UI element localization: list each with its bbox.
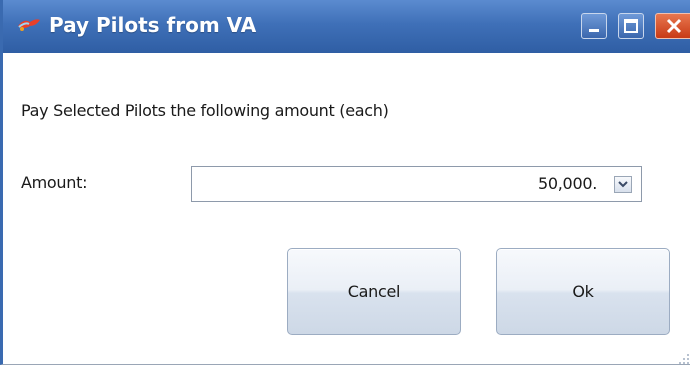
close-button[interactable] (655, 13, 690, 39)
amount-value[interactable]: 50,000. (538, 174, 597, 193)
title-bar[interactable]: Pay Pilots from VA (3, 0, 690, 53)
resize-grip-icon[interactable] (678, 350, 690, 364)
minimize-button[interactable] (581, 13, 607, 39)
window-title: Pay Pilots from VA (49, 13, 257, 37)
prompt-text: Pay Selected Pilots the following amount… (21, 101, 389, 120)
maximize-button[interactable] (618, 13, 644, 39)
amount-dropdown-button[interactable] (614, 176, 632, 193)
close-icon (666, 18, 682, 34)
dialog-window: Pay Pilots from VA Pay Selected Pilots t… (0, 0, 690, 365)
ok-button[interactable]: Ok (496, 248, 670, 335)
amount-input[interactable]: 50,000. (191, 166, 642, 202)
chevron-down-icon (618, 181, 628, 188)
minimize-icon (589, 29, 599, 32)
dialog-body: Pay Selected Pilots the following amount… (3, 53, 690, 365)
app-logo-icon (16, 16, 42, 34)
maximize-icon (624, 19, 638, 33)
cancel-button[interactable]: Cancel (287, 248, 461, 335)
amount-label: Amount: (21, 173, 88, 192)
